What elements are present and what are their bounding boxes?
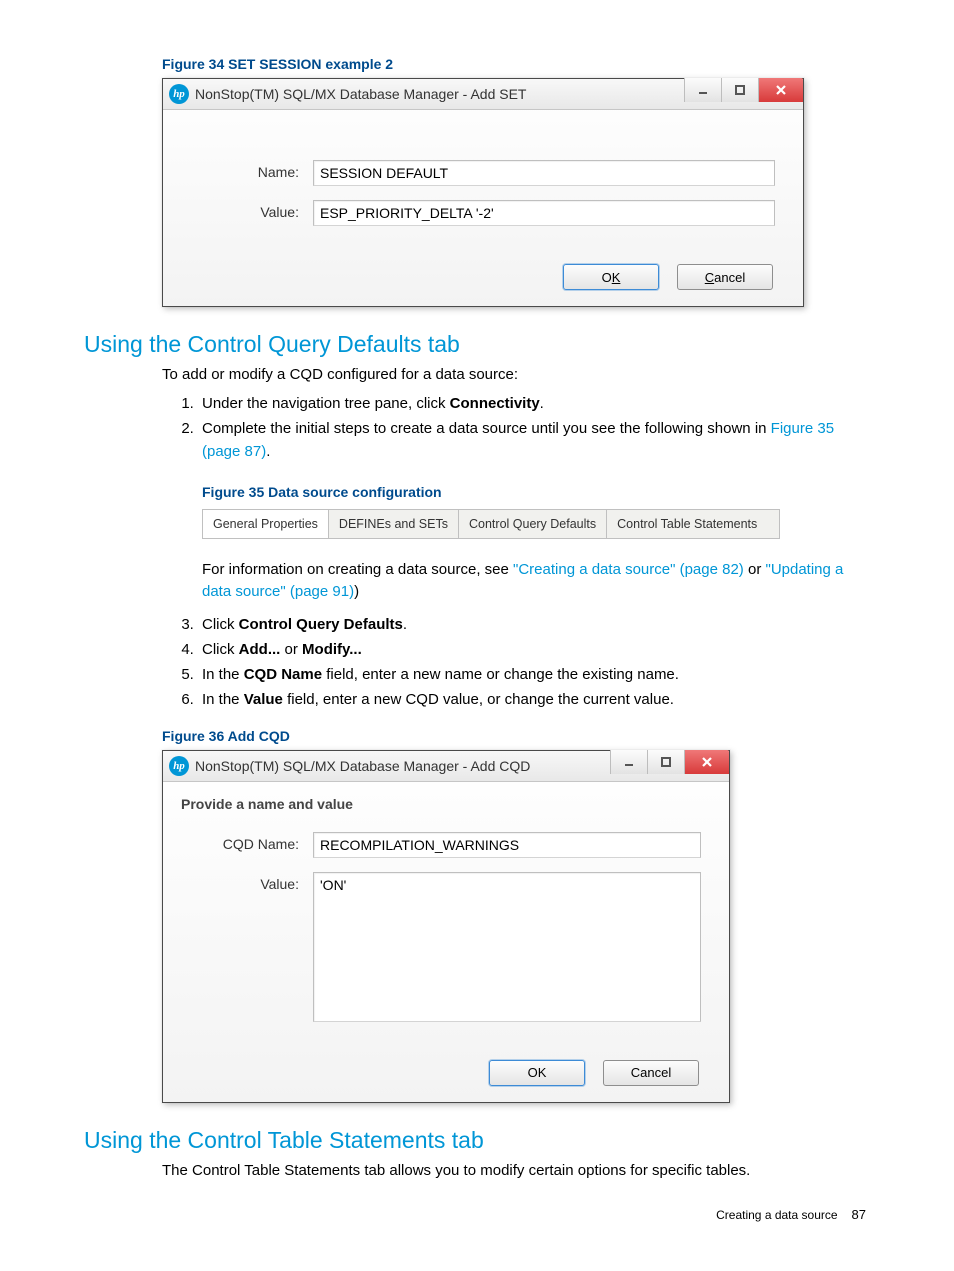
figure34-dialog: hp NonStop(TM) SQL/MX Database Manager -… (162, 78, 804, 307)
window-title: NonStop(TM) SQL/MX Database Manager - Ad… (195, 86, 526, 102)
titlebar: hp NonStop(TM) SQL/MX Database Manager -… (163, 79, 803, 110)
minimize-icon[interactable] (610, 750, 647, 774)
maximize-icon[interactable] (647, 750, 684, 774)
after-tabs-text: For information on creating a data sourc… (202, 559, 870, 603)
cancel-button[interactable]: Cancel (603, 1060, 699, 1086)
maximize-icon[interactable] (721, 78, 758, 102)
cts-body: The Control Table Statements tab allows … (162, 1160, 870, 1182)
hp-logo-icon: hp (169, 84, 189, 104)
figure36-caption: Figure 36 Add CQD (162, 728, 870, 744)
step-4: Click Add... or Modify... (198, 638, 870, 661)
dialog-instruction: Provide a name and value (163, 782, 729, 818)
creating-link[interactable]: "Creating a data source" (page 82) (513, 561, 744, 578)
intro-text: To add or modify a CQD configured for a … (162, 364, 870, 386)
value-label: Value: (191, 872, 313, 892)
close-icon[interactable] (684, 750, 729, 774)
step-2: Complete the initial steps to create a d… (198, 417, 870, 603)
cqd-name-field[interactable] (313, 832, 701, 858)
value-field[interactable] (313, 200, 775, 226)
minimize-icon[interactable] (684, 78, 721, 102)
value-field[interactable]: 'ON' (313, 872, 701, 1022)
tab-cqd[interactable]: Control Query Defaults (459, 510, 607, 538)
section-heading-cts: Using the Control Table Statements tab (84, 1127, 870, 1154)
section-heading-cqd: Using the Control Query Defaults tab (84, 331, 870, 358)
name-field[interactable] (313, 160, 775, 186)
tab-defines[interactable]: DEFINEs and SETs (329, 510, 459, 538)
cancel-button[interactable]: Cancel (677, 264, 773, 290)
tabs-figure: General Properties DEFINEs and SETs Cont… (202, 509, 780, 539)
step-1: Under the navigation tree pane, click Co… (198, 392, 870, 415)
page-footer: Creating a data source 87 (84, 1207, 870, 1222)
ok-button[interactable]: OK (563, 264, 659, 290)
figure36-dialog: hp NonStop(TM) SQL/MX Database Manager -… (162, 750, 730, 1103)
cqd-name-label: CQD Name: (191, 832, 313, 852)
figure34-caption: Figure 34 SET SESSION example 2 (162, 56, 870, 72)
figure35-caption: Figure 35 Data source configuration (202, 482, 870, 504)
tab-cts[interactable]: Control Table Statements (607, 510, 767, 538)
tab-general[interactable]: General Properties (203, 510, 329, 538)
name-label: Name: (191, 160, 313, 180)
footer-text: Creating a data source (716, 1208, 837, 1222)
step-6: In the Value field, enter a new CQD valu… (198, 688, 870, 711)
step-3: Click Control Query Defaults. (198, 613, 870, 636)
value-label: Value: (191, 200, 313, 220)
hp-logo-icon: hp (169, 756, 189, 776)
ok-button[interactable]: OK (489, 1060, 585, 1086)
titlebar: hp NonStop(TM) SQL/MX Database Manager -… (163, 751, 729, 782)
page-number: 87 (852, 1207, 866, 1222)
close-icon[interactable] (758, 78, 803, 102)
step-5: In the CQD Name field, enter a new name … (198, 663, 870, 686)
window-title: NonStop(TM) SQL/MX Database Manager - Ad… (195, 758, 530, 774)
